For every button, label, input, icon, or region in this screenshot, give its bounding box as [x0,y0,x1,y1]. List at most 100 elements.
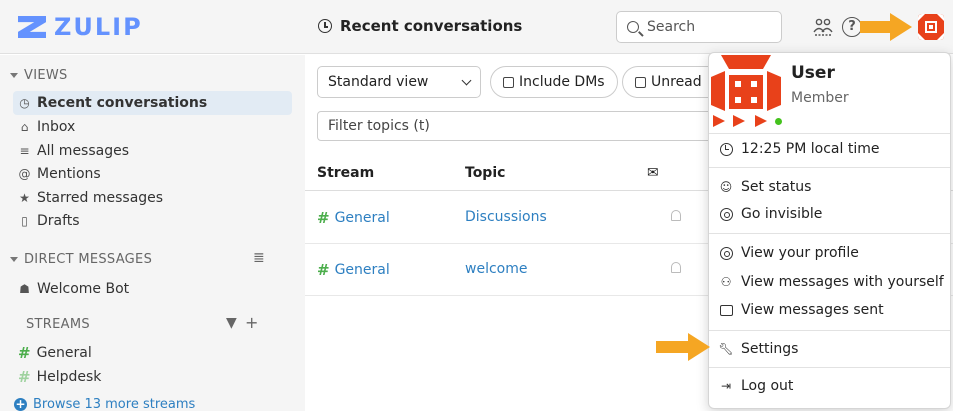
search-icon [627,21,639,33]
local-time-text: 12:25 PM local time [741,141,880,157]
views-header[interactable]: VIEWS [10,68,68,83]
mail-icon[interactable]: ✉ [647,165,659,181]
search-placeholder: Search [647,19,696,35]
log-out-label: Log out [741,378,794,394]
direct-messages-header-label: DIRECT MESSAGES [24,252,153,267]
profile-avatar[interactable] [711,55,781,127]
view-profile-label: View your profile [741,245,859,261]
clock-icon: ◷ [19,96,30,110]
local-time: 12:25 PM local time [719,138,879,160]
set-status-label: Set status [741,179,812,195]
drafts-icon: ▯ [21,214,28,228]
plus-circle-icon: + [14,397,27,411]
settings-item[interactable]: 🔧︎ Settings [718,338,799,360]
page-title: Recent conversations [318,17,522,35]
avatar-pattern-icon [711,55,781,127]
filter-topics-placeholder: Filter topics (t) [328,118,430,134]
dm-item-label: Welcome Bot [37,281,130,297]
sidebar-item-drafts[interactable]: ▯ Drafts [18,209,80,233]
browse-streams-link[interactable]: + Browse 13 more streams [14,397,195,411]
compose-dm-icon[interactable]: ≣ [253,250,265,266]
presence-indicator [773,116,784,127]
divider [709,367,950,368]
profile-role: Member [791,90,849,106]
caret-down-icon [10,73,18,78]
dm-item-welcome-bot[interactable]: ☗ Welcome Bot [18,277,129,301]
personal-menu-popover: User Member 12:25 PM local time ☺ Set st… [708,52,951,409]
views-header-label: VIEWS [24,68,68,83]
hash-icon: # [18,344,31,362]
divider [709,233,950,234]
bell-icon[interactable] [671,210,681,221]
view-select-value: Standard view [328,74,429,90]
search-input[interactable]: Search [616,11,782,43]
help-icon[interactable]: ? [842,17,862,37]
stream-label: General [36,345,92,361]
star-icon: ★ [19,191,30,205]
view-messages-with-yourself-item[interactable]: ⚇ View messages with yourself [719,271,944,293]
wrench-icon: 🔧︎ [718,342,734,356]
clock-icon [318,19,332,33]
go-invisible-item[interactable]: Go invisible [719,203,822,225]
stream-cell[interactable]: # General [317,261,390,279]
settings-label: Settings [741,341,799,357]
smiley-icon: ☺ [719,180,733,194]
sidebar-item-starred[interactable]: ★ Starred messages [18,186,163,210]
streams-header[interactable]: STREAMS [26,317,90,332]
sidebar-item-inbox[interactable]: ⌂ Inbox [18,115,76,139]
sidebar-item-stream-general[interactable]: # General [18,341,92,365]
left-sidebar: VIEWS ◷ Recent conversations ⌂ Inbox ≡ A… [0,55,305,411]
view-profile-item[interactable]: View your profile [719,242,859,264]
sidebar-item-label: All messages [37,143,130,159]
zulip-logo[interactable]: ZULIP [18,13,143,41]
streams-header-label: STREAMS [26,317,90,332]
topic-cell[interactable]: welcome [465,261,527,277]
divider [709,330,950,331]
bell-icon[interactable] [671,262,681,273]
annotation-arrow-avatar [860,13,912,41]
view-messages-sent-item[interactable]: View messages sent [719,299,884,321]
sidebar-item-all-messages[interactable]: ≡ All messages [18,139,129,163]
log-out-icon: ⇥ [720,379,732,393]
sidebar-item-mentions[interactable]: @ Mentions [18,162,101,186]
user-circle-icon [719,246,733,260]
bot-icon: ☗ [19,282,30,296]
sidebar-item-stream-helpdesk[interactable]: # Helpdesk [18,365,101,389]
divider [709,133,950,134]
all-messages-icon: ≡ [19,144,30,158]
view-messages-with-yourself-label: View messages with yourself [741,274,944,290]
column-stream[interactable]: Stream [317,165,374,181]
view-messages-sent-label: View messages sent [741,302,884,318]
column-topic[interactable]: Topic [465,165,505,181]
sidebar-item-recent-conversations[interactable]: ◷ Recent conversations [13,91,292,115]
sidebar-item-label: Drafts [37,213,80,229]
go-invisible-label: Go invisible [741,206,823,222]
log-out-item[interactable]: ⇥ Log out [719,375,793,397]
topic-cell[interactable]: Discussions [465,209,547,225]
divider [709,167,950,168]
avatar-pattern-icon [918,14,944,40]
include-dms-toggle[interactable]: Include DMs [490,66,618,98]
filter-icon[interactable]: ▼ [226,315,237,331]
sidebar-item-label: Starred messages [37,190,164,206]
stream-name: General [334,210,390,226]
sidebar-item-label: Inbox [37,119,76,135]
invisible-icon [719,207,733,221]
top-navbar: ZULIP Recent conversations Search ? [0,0,953,54]
users-icon: ⚇ [720,275,732,289]
filter-topics-input[interactable]: Filter topics (t) [317,111,717,141]
stream-cell[interactable]: # General [317,209,390,227]
avatar[interactable] [918,14,944,40]
browse-streams-label: Browse 13 more streams [33,397,196,411]
gear-users-icon[interactable] [812,18,834,36]
set-status-item[interactable]: ☺ Set status [719,176,812,198]
view-select[interactable]: Standard view [317,66,481,98]
clock-icon [719,142,733,156]
profile-name: User [791,63,835,83]
direct-messages-header[interactable]: DIRECT MESSAGES [10,252,152,267]
sidebar-item-label: Recent conversations [37,95,208,111]
message-square-icon [719,304,733,316]
page-title-text: Recent conversations [340,17,523,35]
add-stream-icon[interactable]: + [245,313,258,332]
checkbox-icon [503,76,514,88]
